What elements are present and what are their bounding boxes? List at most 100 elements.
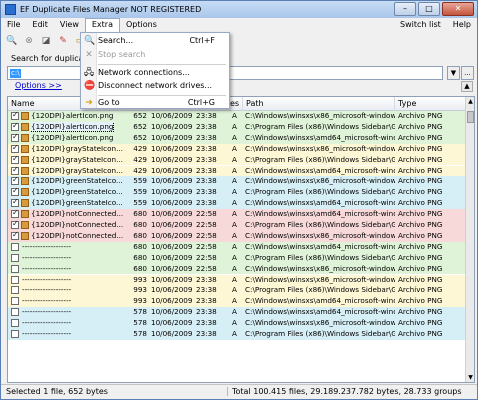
table-row[interactable]: {120DPI}grayStateIcon... 429 10/06/200923:…: [8, 154, 466, 166]
scrollbar-thumb[interactable]: [467, 111, 474, 123]
browse-button[interactable]: ...: [461, 66, 474, 80]
row-checkbox[interactable]: [11, 230, 19, 241]
cell-attr: A: [232, 143, 237, 153]
row-checkbox[interactable]: [11, 208, 19, 219]
row-checkbox[interactable]: [11, 143, 19, 154]
cell-size: 652: [133, 121, 147, 131]
row-checkbox[interactable]: [11, 186, 19, 197]
table-row[interactable]: {120DPI}grayStateIcon... 429 10/06/200923:…: [8, 165, 466, 177]
table-row[interactable]: {120DPI}alertIcon.png 652 10/06/200923:38 A…: [8, 121, 466, 133]
cell-time: 23:38: [196, 143, 217, 153]
cell-size: 993: [133, 274, 147, 284]
cell-path: C:\Program Files (x86)\Windows Sidebar\G…: [245, 121, 395, 131]
table-row[interactable]: ------------------- 993 10/06/2009 23:38 A C:…: [8, 274, 466, 286]
table-row[interactable]: ------------------- 578 10/06/2009 23:38 A C:…: [8, 318, 466, 329]
scroll-down-icon[interactable]: ▼: [466, 373, 474, 382]
path-dropdown-button[interactable]: ▼: [447, 66, 460, 80]
table-row[interactable]: ------------------- 578 10/06/2009 23:38 A C:…: [8, 307, 466, 319]
table-row[interactable]: ------------------- 680 10/06/2009 22:58 A C:…: [8, 241, 466, 253]
menu-switch-list[interactable]: Switch list: [394, 18, 447, 32]
row-checkbox[interactable]: [11, 219, 19, 230]
menu-item-stop-search[interactable]: ✕ Stop search: [81, 48, 229, 62]
grid-header: Name es Path Type: [8, 97, 466, 111]
cell-type: Archivo PNG: [398, 132, 443, 142]
table-row[interactable]: ------------------- 680 10/06/2009 22:58 A C:…: [8, 252, 466, 264]
table-row[interactable]: {120DPI}greenStateIco... 559 10/06/200923:…: [8, 197, 466, 210]
png-file-icon: [21, 112, 29, 120]
close-button[interactable]: ✕: [442, 2, 474, 16]
row-checkbox[interactable]: [11, 132, 19, 143]
menu-help[interactable]: Help: [447, 18, 477, 32]
cell-type: Archivo PNG: [398, 176, 443, 186]
table-row[interactable]: ------------------- 993 10/06/2009 23:38 A C:…: [8, 285, 466, 297]
table-row[interactable]: {120DPI}greenStateIco... 559 10/06/200923:…: [8, 186, 466, 199]
cell-name: {120DPI}grayStateIcon...: [31, 143, 123, 153]
row-checkbox[interactable]: [11, 308, 19, 317]
row-checkbox[interactable]: [11, 319, 19, 328]
vertical-scrollbar[interactable]: ▲ ▼: [465, 97, 474, 382]
options-link[interactable]: Options >>: [15, 81, 62, 90]
new-icon[interactable]: ◪: [39, 34, 53, 48]
table-row[interactable]: {120DPI}grayStateIcon... 429 10/06/200923:…: [8, 143, 466, 155]
cell-name: {120DPI}alertIcon.png: [31, 132, 114, 142]
row-checkbox[interactable]: [11, 110, 19, 121]
menu-extra[interactable]: Extra: [84, 18, 120, 32]
column-header-path[interactable]: Path: [243, 97, 395, 111]
menu-item-search[interactable]: 🔍 Search... Ctrl+F: [81, 34, 229, 48]
row-checkbox[interactable]: [11, 264, 19, 273]
table-row[interactable]: ------------------- 578 10/06/2009 23:38 A C:…: [8, 329, 466, 340]
cell-date: 10/06/2009: [151, 285, 193, 295]
cell-time: 23:38: [196, 329, 217, 338]
row-checkbox[interactable]: [11, 175, 19, 186]
table-row[interactable]: {120DPI}notConnected... 680 10/06/200922:5…: [8, 219, 466, 231]
row-checkbox[interactable]: [11, 121, 19, 132]
cell-path: C:\Windows\winsxs\amd64_microsoft-window…: [245, 296, 395, 306]
row-checkbox[interactable]: [11, 330, 19, 338]
menu-item-go-to[interactable]: ➜ Go to Ctrl+G: [81, 96, 229, 110]
row-checkbox[interactable]: [11, 165, 19, 175]
cell-type: Archivo PNG: [398, 296, 443, 306]
cell-attr: A: [232, 111, 237, 120]
search-icon: 🔍: [84, 36, 96, 46]
menu-view[interactable]: View: [54, 18, 85, 32]
table-row[interactable]: ------------------- 680 10/06/2009 22:58 A C:…: [8, 263, 466, 275]
stop-icon[interactable]: ⊗: [22, 34, 36, 48]
menu-item-label: Go to: [98, 98, 120, 107]
row-checkbox[interactable]: [11, 242, 19, 251]
table-row[interactable]: {120DPI}notConnected... 680 10/06/200922:5…: [8, 208, 466, 220]
collapse-arrow-icon[interactable]: ▲: [461, 81, 473, 92]
minimize-button[interactable]: –: [394, 2, 416, 16]
png-file-icon: [21, 188, 29, 197]
menu-item-network-connections[interactable]: 🖧 Network connections...: [81, 66, 229, 80]
row-checkbox[interactable]: [11, 253, 19, 262]
table-row[interactable]: ------------------- 993 10/06/2009 23:38 A C:…: [8, 296, 466, 308]
cell-date: 10/06/2009: [151, 187, 193, 197]
scroll-up-icon[interactable]: ▲: [466, 97, 474, 106]
select-icon[interactable]: ✎: [56, 34, 70, 48]
row-checkbox[interactable]: [11, 197, 19, 208]
cell-attr: A: [232, 318, 237, 328]
cell-time: 23:38: [196, 318, 217, 328]
menu-item-disconnect-network-drives[interactable]: ⛔ Disconnect network drives...: [81, 79, 229, 93]
cell-time: 22:58: [196, 252, 217, 262]
table-row[interactable]: {120DPI}alertIcon.png 652 10/06/200923:38 A…: [8, 132, 466, 144]
column-header-type[interactable]: Type: [395, 97, 466, 111]
cell-name: -------------------: [22, 285, 72, 295]
search-icon[interactable]: 🔍: [5, 34, 19, 48]
menu-edit[interactable]: Edit: [26, 18, 54, 32]
menu-options[interactable]: Options: [120, 18, 163, 32]
menu-item-label: Stop search: [98, 50, 146, 59]
table-row[interactable]: {120DPI}notConnected... 680 10/06/200922:5…: [8, 230, 466, 242]
cell-type: Archivo PNG: [398, 187, 443, 197]
menu-file[interactable]: File: [1, 18, 26, 32]
cell-time: 22:58: [196, 263, 217, 273]
table-row[interactable]: {120DPI}alertIcon.png 652 10/06/200923:38 A…: [8, 110, 466, 122]
row-checkbox[interactable]: [11, 297, 19, 306]
cell-path: C:\Windows\winsxs\amd64_microsoft-window…: [245, 165, 395, 175]
table-row[interactable]: {120DPI}greenStateIco... 559 10/06/200923:…: [8, 175, 466, 188]
cell-path: C:\Windows\winsxs\x86_microsoft-windows-…: [245, 176, 395, 186]
row-checkbox[interactable]: [11, 154, 19, 164]
row-checkbox[interactable]: [11, 286, 19, 295]
row-checkbox[interactable]: [11, 275, 19, 284]
maximize-button[interactable]: □: [418, 2, 440, 16]
